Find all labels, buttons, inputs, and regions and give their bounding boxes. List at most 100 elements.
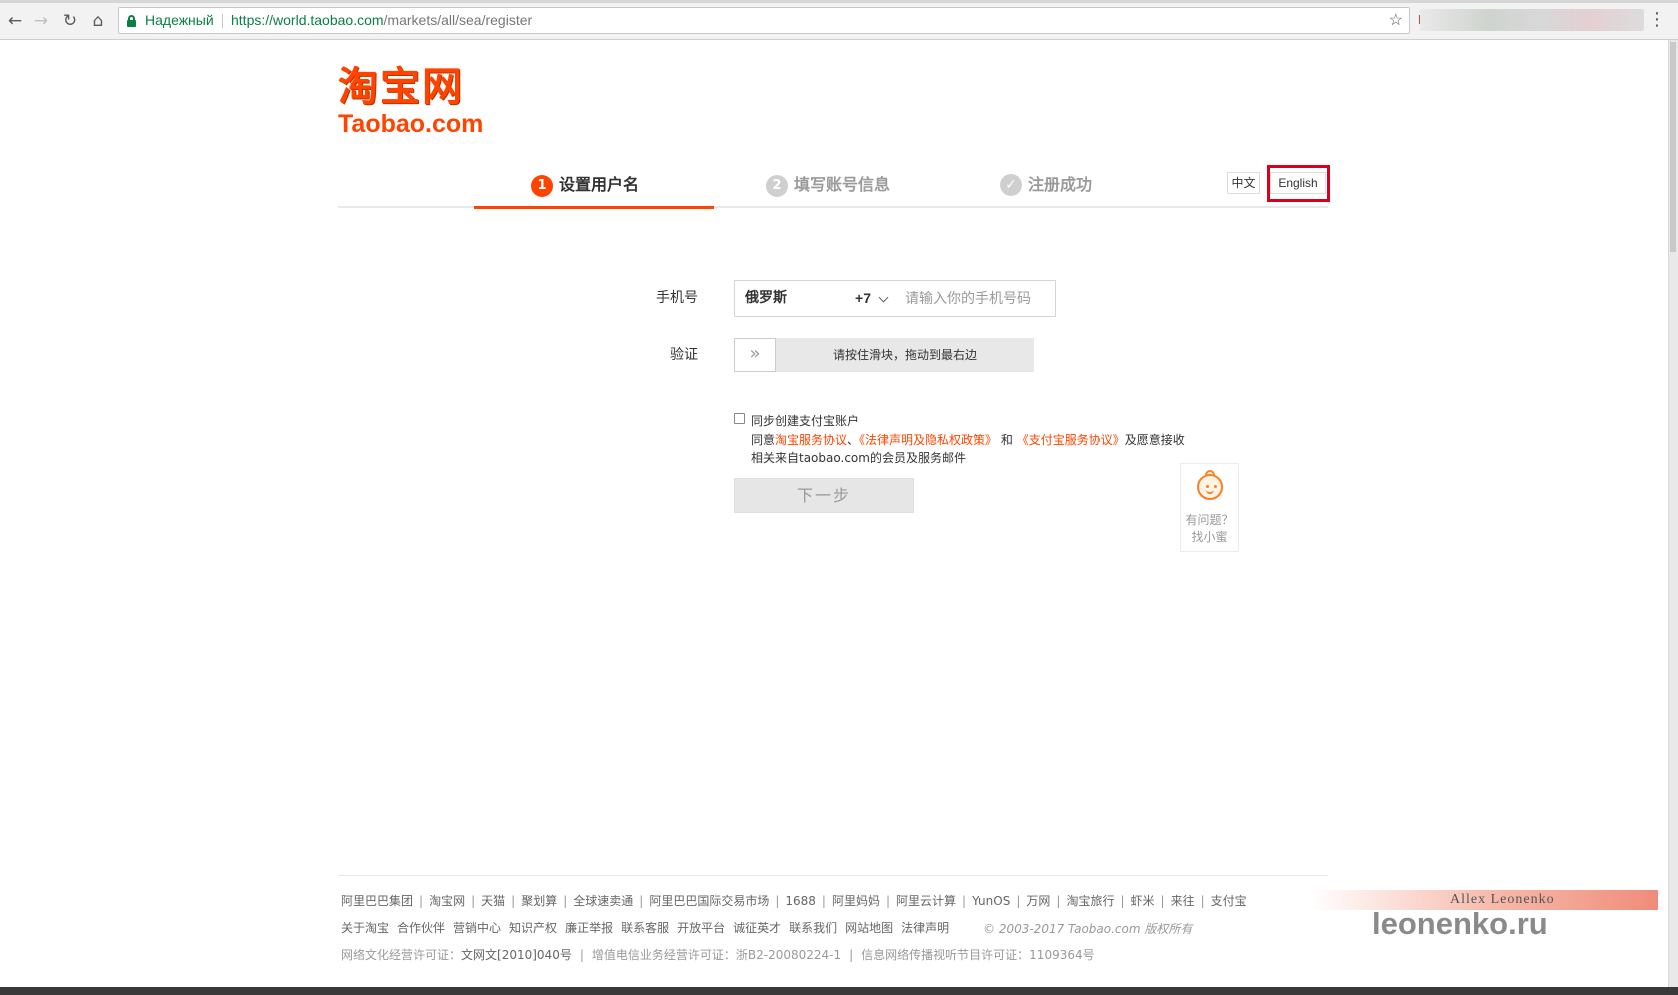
step-number-1: 1 (531, 175, 553, 197)
footer-link[interactable]: 营销中心 (453, 921, 501, 935)
footer-link[interactable]: 阿里巴巴集团 (341, 894, 413, 908)
footer-separator: | (563, 894, 568, 908)
footer-link[interactable]: 阿里云计算 (896, 894, 956, 908)
url-host: world.taobao.com (273, 12, 384, 28)
footer-link[interactable]: 法律声明 (901, 921, 949, 935)
footer-separator: | (1120, 894, 1125, 908)
browser-menu-icon[interactable]: ⋮ (1648, 10, 1666, 30)
english-highlight-box (1267, 165, 1330, 202)
country-select[interactable]: 俄罗斯 +7 (734, 280, 896, 317)
lock-icon (127, 15, 136, 27)
logo-chinese: 淘宝网 (338, 64, 464, 110)
country-name: 俄罗斯 (745, 290, 787, 306)
step-number-2: 2 (766, 175, 788, 197)
license2: 增值电信业务经营许可证：浙B2-20080224-1 (591, 948, 842, 962)
active-step-underline (474, 206, 714, 209)
footer-link[interactable]: 合作伙伴 (397, 921, 445, 935)
footer-link[interactable]: 关于淘宝 (341, 921, 389, 935)
url-scheme: https:// (231, 12, 274, 28)
alipay-checkbox-label: 同步创建支付宝账户 (751, 414, 860, 428)
license1-label: 网络文化经营许可证： (341, 948, 462, 962)
help-text: 有问题？ 找小蜜 (1181, 512, 1238, 546)
slider-hint: 请按住滑块，拖动到最右边 (832, 348, 977, 362)
footer-separator: | (1200, 894, 1205, 908)
step-fill-account: 2 填写账号信息 (766, 172, 890, 198)
agree-and: 和 (997, 433, 1017, 447)
footer-link[interactable]: 开放平台 (677, 921, 725, 935)
license1-value[interactable]: 文网文[2010]040号 (461, 948, 572, 962)
bookmark-star-icon[interactable]: ☆ (1389, 8, 1403, 33)
alipay-terms-link[interactable]: 《支付宝服务协议》 (1017, 433, 1125, 447)
step-label: 填写账号信息 (794, 175, 891, 194)
tab-strip-edge (0, 0, 1678, 3)
privacy-policy-link[interactable]: 《法律声明及隐私权政策》 (859, 433, 997, 447)
taobao-terms-link[interactable]: 淘宝服务协议 (775, 433, 847, 447)
watermark-site: leonenko.ru (1372, 906, 1548, 941)
license3: 信息网络传播视听节目许可证：1109364号 (861, 948, 1095, 962)
slider-handle[interactable]: » (734, 338, 776, 372)
footer-link[interactable]: 网站地图 (845, 921, 893, 935)
language-chinese-button[interactable]: 中文 (1227, 172, 1260, 194)
window-bottom-edge (0, 987, 1678, 995)
footer-link[interactable]: YunOS (972, 894, 1010, 908)
chevron-down-icon (878, 292, 889, 303)
footer-link[interactable]: 天猫 (481, 894, 505, 908)
footer-separator: | (1056, 894, 1061, 908)
assistant-mascot-icon (1197, 470, 1223, 500)
secure-label: Надежный (145, 12, 214, 28)
agreement-text-line2: 相关来自taobao.com的会员及服务邮件 (751, 451, 966, 465)
footer-separator: | (885, 894, 891, 908)
scrollbar-thumb[interactable] (1670, 42, 1676, 252)
footer-link[interactable]: 万网 (1026, 894, 1050, 908)
footer-separator: | (419, 894, 424, 908)
footer-link[interactable]: 聚划算 (521, 894, 557, 908)
footer-separator: | (962, 894, 967, 908)
url-divider (222, 14, 223, 28)
address-bar[interactable]: Надежный https://world.taobao.com/market… (118, 7, 1410, 34)
reload-icon[interactable]: ↻ (59, 10, 81, 32)
footer-separator: | (1160, 894, 1165, 908)
footer-link[interactable]: 淘宝旅行 (1066, 894, 1114, 908)
footer-link[interactable]: 联系客服 (621, 921, 669, 935)
alipay-checkbox[interactable] (734, 413, 745, 424)
step-label: 设置用户名 (559, 175, 640, 194)
footer-link[interactable]: 诚征英才 (733, 921, 781, 935)
next-step-button[interactable]: 下一步 (734, 478, 914, 513)
step-label: 注册成功 (1028, 175, 1093, 194)
footer-link[interactable]: 淘宝网 (429, 894, 465, 908)
verify-label: 验证 (670, 347, 698, 363)
footer-link[interactable]: 虾米 (1131, 894, 1155, 908)
footer-links-row2: 关于淘宝 合作伙伴 营销中心 知识产权 廉正举报 联系客服 开放平台 诚征英才 联系我们 网站地图… (341, 920, 949, 936)
extensions-area[interactable] (1420, 9, 1644, 31)
forward-icon[interactable]: → (30, 10, 52, 32)
footer-separator: | (471, 894, 476, 908)
license-info: 网络文化经营许可证：文网文[2010]040号 | 增值电信业务经营许可证：浙B2-… (341, 948, 1095, 962)
url-text[interactable]: https://world.taobao.com/markets/all/sea… (231, 8, 532, 33)
agree-prefix: 同意 (751, 433, 776, 447)
footer-link[interactable]: 阿里妈妈 (832, 894, 880, 908)
help-line-1: 有问题？ (1185, 513, 1234, 527)
copyright: © 2003-2017 Taobao.com 版权所有 (983, 922, 1193, 936)
footer-link[interactable]: 联系我们 (789, 921, 837, 935)
footer-link[interactable]: 廉正举报 (565, 921, 613, 935)
footer-link[interactable]: 全球速卖通 (573, 894, 633, 908)
footer-links-row1: 阿里巴巴集团 | 淘宝网 | 天猫 | 聚划算 | 全球速卖通 | 阿里巴巴国际交易市场 | 1688 |… (341, 893, 1247, 909)
footer-divider (338, 875, 1328, 876)
home-icon[interactable]: ⌂ (87, 10, 109, 32)
footer-link[interactable]: 1688 (785, 894, 816, 908)
phone-input[interactable] (895, 280, 1056, 317)
country-code: +7 (855, 290, 871, 306)
footer-link[interactable]: 阿里巴巴国际交易市场 (649, 894, 769, 908)
footer-link[interactable]: 来往 (1171, 894, 1195, 908)
step-success: ✓ 注册成功 (1000, 172, 1092, 198)
agree-suffix: 及愿意接收 (1124, 433, 1185, 447)
help-assistant-button[interactable]: 有问题？ 找小蜜 (1180, 463, 1239, 552)
logo-english: Taobao.com (338, 110, 484, 138)
phone-label: 手机号 (656, 290, 698, 306)
back-icon[interactable]: ← (4, 10, 26, 32)
agreement-text: 同意淘宝服务协议、《法律声明及隐私权政策》 和 《支付宝服务协议》及愿意接收 (751, 432, 1185, 448)
footer-link[interactable]: 支付宝 (1211, 894, 1247, 908)
footer-link[interactable]: 知识产权 (509, 921, 557, 935)
footer-separator: | (775, 894, 780, 908)
taobao-logo[interactable]: 淘宝网 Taobao.com (338, 64, 498, 144)
